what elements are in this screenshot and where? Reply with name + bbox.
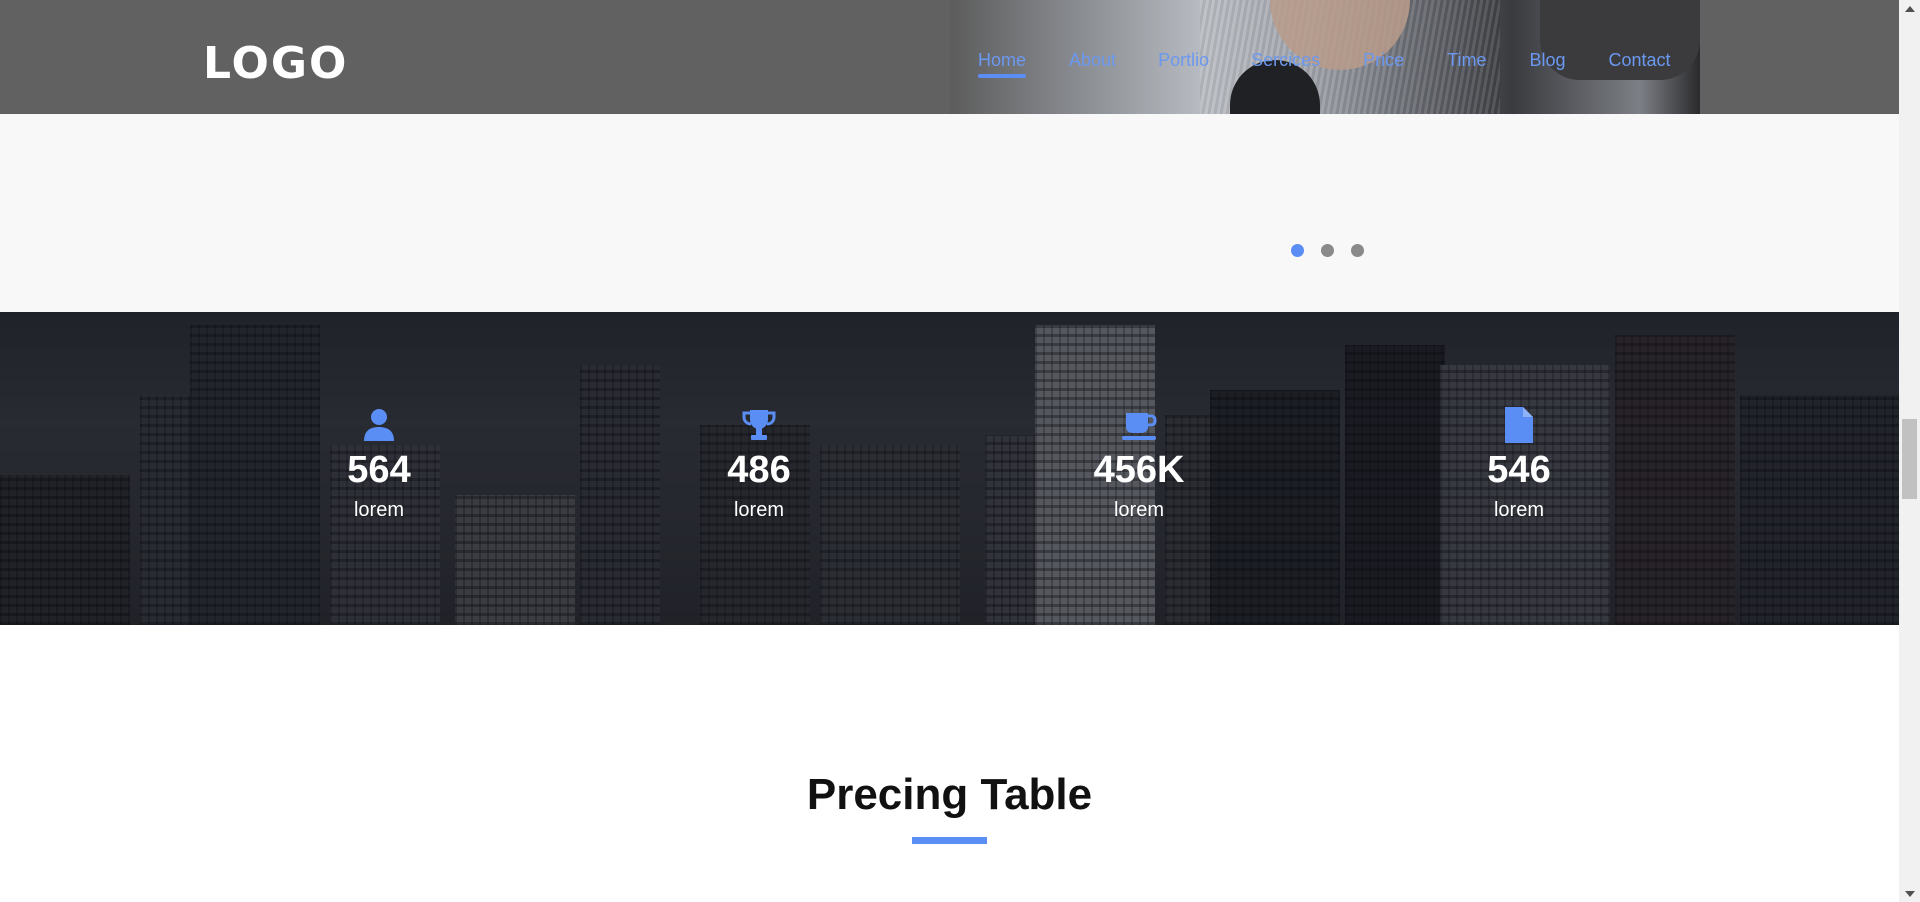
stat-label: lorem [1113, 499, 1164, 521]
arrow-up-icon [1904, 5, 1915, 12]
trophy-icon [742, 410, 776, 440]
pricing-section-title: Precing Table [806, 770, 1093, 819]
title-underline [912, 837, 987, 844]
nav-contact[interactable]: Contact [1609, 50, 1671, 78]
stat-item: 456K lorem [1039, 407, 1239, 522]
coffee-icon [1122, 413, 1157, 440]
nav-about[interactable]: About [1069, 50, 1116, 78]
carousel-dot-3[interactable] [1351, 244, 1364, 257]
scroll-up-button[interactable] [1899, 0, 1920, 17]
nav-home[interactable]: Home [978, 50, 1027, 78]
document-icon [1505, 407, 1533, 443]
stat-value: 486 [727, 449, 791, 491]
arrow-down-icon [1904, 890, 1915, 897]
nav-time[interactable]: Time [1447, 50, 1486, 78]
nav-portfolio[interactable]: Portlio [1158, 50, 1209, 78]
scroll-down-button[interactable] [1899, 885, 1920, 902]
stat-label: lorem [733, 499, 784, 521]
carousel-dot-1[interactable] [1291, 244, 1304, 257]
stat-value: 456K [1093, 449, 1185, 491]
stat-value: 564 [347, 449, 411, 491]
scroll-thumb[interactable] [1902, 419, 1917, 499]
site-logo[interactable]: LOGO [203, 38, 348, 89]
carousel-dots [1291, 244, 1364, 257]
carousel-dot-2[interactable] [1321, 244, 1334, 257]
main-nav: Home About Portlio Sercices Price Time B… [978, 50, 1671, 78]
stat-item: 546 lorem [1419, 407, 1619, 522]
nav-blog[interactable]: Blog [1529, 50, 1565, 78]
page-viewport: LOGO Home About Portlio Sercices Price T… [0, 0, 1899, 902]
vertical-scrollbar[interactable] [1899, 0, 1920, 902]
nav-price[interactable]: Price [1363, 50, 1404, 78]
stat-label: lorem [353, 499, 404, 521]
user-icon [364, 409, 394, 441]
nav-services[interactable]: Sercices [1251, 50, 1320, 78]
stat-item: 486 lorem [659, 407, 859, 522]
stat-label: lorem [1493, 499, 1544, 521]
site-header: LOGO Home About Portlio Sercices Price T… [0, 0, 1899, 114]
stats-section: 564 lorem 486 lorem 456K lorem 546 lorem [0, 312, 1899, 625]
stat-item: 564 lorem [279, 407, 479, 522]
carousel-section [0, 114, 1899, 312]
stat-value: 546 [1487, 449, 1551, 491]
